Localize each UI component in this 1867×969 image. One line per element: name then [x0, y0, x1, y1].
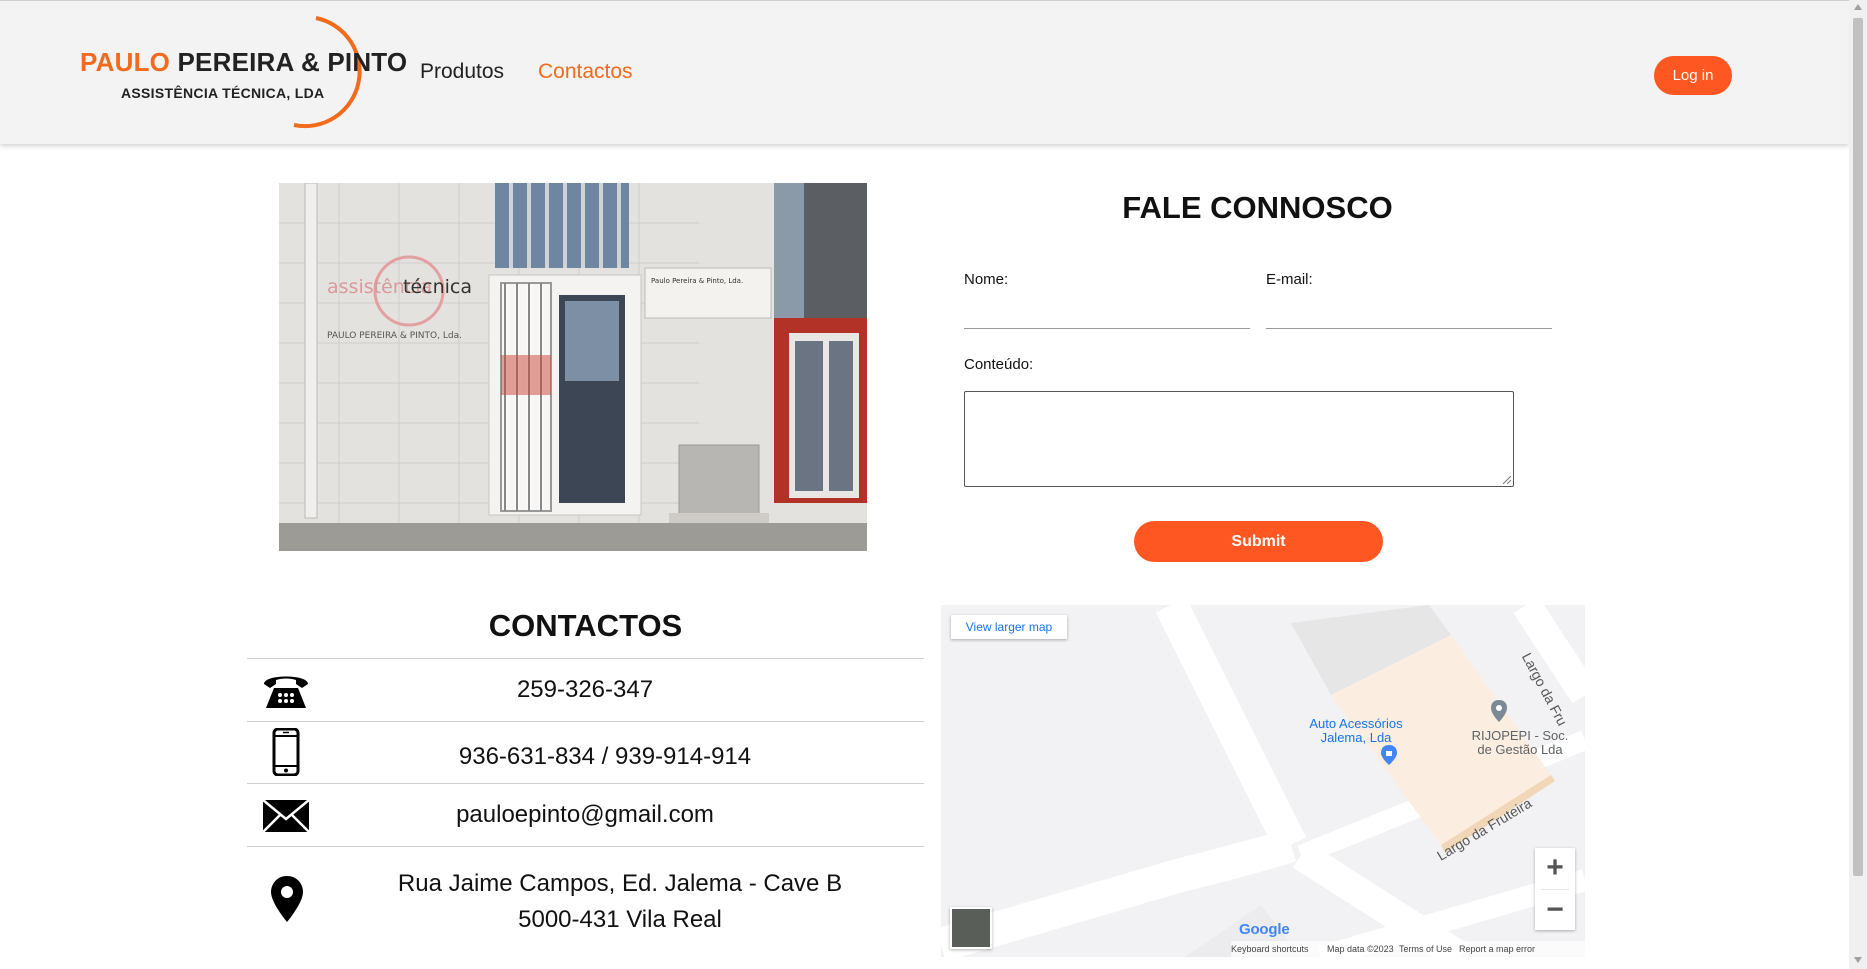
- login-button[interactable]: Log in: [1654, 56, 1732, 95]
- address-line-1: Rua Jaime Campos, Ed. Jalema - Cave B: [397, 870, 843, 897]
- email-label: E-mail:: [1266, 271, 1313, 288]
- divider: [247, 658, 924, 659]
- sign-subtext: PAULO PEREIRA & PINTO, Lda.: [327, 331, 462, 341]
- view-larger-map-link[interactable]: View larger map: [951, 615, 1067, 639]
- place-label-rijopepi[interactable]: RIJOPEPI - Soc. de Gestão Lda: [1465, 729, 1575, 757]
- place1-line1: Auto Acessórios: [1309, 716, 1403, 731]
- scroll-up-icon[interactable]: [1854, 4, 1862, 10]
- location-pin-icon: [271, 876, 303, 922]
- place-pin-icon[interactable]: [1491, 700, 1507, 722]
- company-logo[interactable]: PAULO PEREIRA & PINTO ASSISTÊNCIA TÉCNIC…: [74, 15, 407, 131]
- resize-handle-icon[interactable]: [1503, 476, 1511, 484]
- address-line-2: 5000-431 Vila Real: [518, 906, 722, 933]
- phone-number[interactable]: 259-326-347: [440, 676, 730, 704]
- nav-contactos[interactable]: Contactos: [538, 60, 633, 84]
- place-label-auto-acessorios[interactable]: Auto Acessórios Jalema, Lda: [1296, 717, 1416, 745]
- submit-button[interactable]: Submit: [1134, 521, 1383, 562]
- google-logo: Google: [1239, 921, 1290, 938]
- plate-text: Paulo Pereira & Pinto, Lda.: [651, 277, 743, 285]
- terms-link[interactable]: Terms of Use: [1399, 944, 1452, 954]
- nome-field[interactable]: [964, 328, 1250, 329]
- zoom-out-button[interactable]: −: [1535, 890, 1575, 930]
- logo-word-paulo: PAULO: [80, 47, 171, 77]
- report-error-link[interactable]: Report a map error: [1459, 944, 1535, 954]
- zoom-in-button[interactable]: +: [1535, 848, 1575, 888]
- map-embed[interactable]: View larger map Auto Acessórios Jalema, …: [941, 605, 1585, 957]
- nome-label: Nome:: [964, 271, 1009, 288]
- logo-word-pereira-pinto: PEREIRA & PINTO: [177, 47, 408, 77]
- mobile-numbers[interactable]: 936-631-834 / 939-914-914: [400, 743, 810, 771]
- google-wordmark: Google: [1239, 921, 1290, 938]
- map-data-text: Map data ©2023: [1327, 944, 1394, 954]
- shopping-pin-icon[interactable]: [1381, 745, 1397, 765]
- divider: [247, 846, 924, 847]
- conteudo-label: Conteúdo:: [964, 356, 1034, 373]
- sign-text-2: técnica: [403, 276, 472, 298]
- mobile-icon: [272, 728, 300, 776]
- phone-icon: [264, 676, 308, 708]
- email-field[interactable]: [1266, 328, 1552, 329]
- logo-subtitle: ASSISTÊNCIA TÉCNICA, LDA: [121, 85, 325, 101]
- divider: [247, 721, 924, 722]
- keyboard-shortcuts-link[interactable]: Keyboard shortcuts: [1231, 944, 1309, 954]
- storefront-illustration: assistência técnica PAULO PEREIRA & PINT…: [279, 183, 867, 551]
- vertical-scrollbar[interactable]: [1849, 0, 1867, 969]
- logo-title: PAULO PEREIRA & PINTO: [80, 47, 407, 78]
- nav-produtos[interactable]: Produtos: [420, 60, 504, 84]
- conteudo-textarea[interactable]: [964, 391, 1514, 487]
- map-footer: Keyboard shortcuts Map data ©2023 Terms …: [1231, 941, 1585, 957]
- place2-line2: de Gestão Lda: [1477, 742, 1563, 757]
- map-canvas[interactable]: [941, 605, 1585, 957]
- scroll-down-icon[interactable]: [1854, 957, 1862, 963]
- zoom-controls: + −: [1535, 848, 1575, 930]
- contacts-title: CONTACTOS: [488, 608, 683, 643]
- place1-line2: Jalema, Lda: [1320, 730, 1392, 745]
- mail-icon: [262, 799, 310, 833]
- scroll-thumb[interactable]: [1853, 18, 1863, 876]
- email-address[interactable]: pauloepinto@gmail.com: [420, 801, 750, 829]
- storefront-photo: assistência técnica PAULO PEREIRA & PINT…: [279, 183, 867, 551]
- satellite-toggle[interactable]: [950, 907, 992, 949]
- form-title: FALE CONNOSCO: [1122, 190, 1393, 225]
- site-header: PAULO PEREIRA & PINTO ASSISTÊNCIA TÉCNIC…: [0, 0, 1849, 144]
- divider: [247, 783, 924, 784]
- place2-line1: RIJOPEPI - Soc.: [1471, 728, 1569, 743]
